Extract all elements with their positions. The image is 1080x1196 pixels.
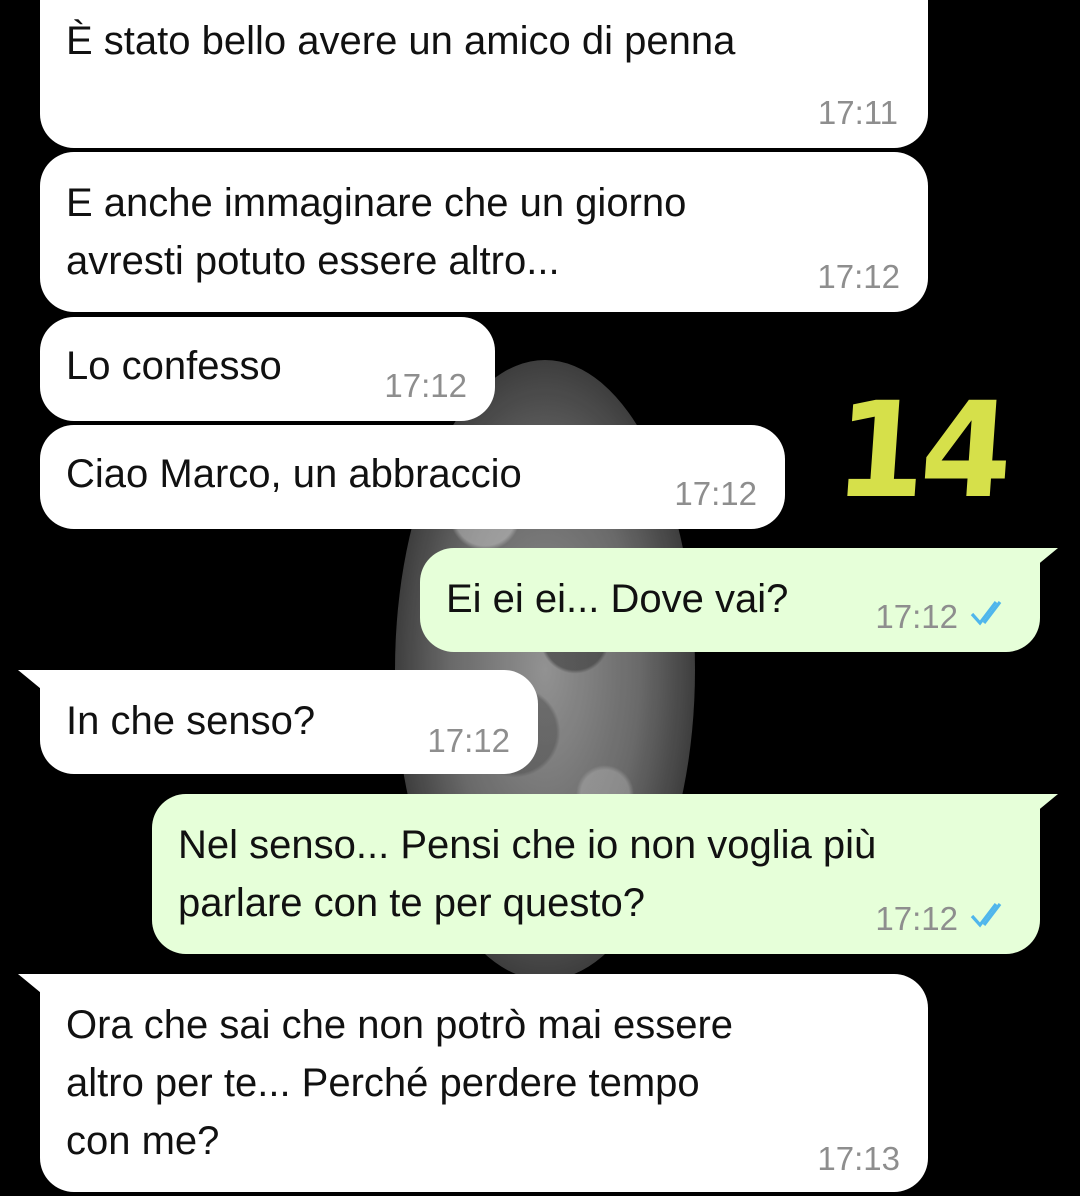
message-time: 17:12 <box>384 367 467 404</box>
message-outgoing[interactable]: Nel senso... Pensi che io non voglia più… <box>152 794 1040 954</box>
double-check-icon <box>970 601 1002 626</box>
double-check-icon <box>970 903 1002 928</box>
message-incoming[interactable]: Ora che sai che non potrò mai essere alt… <box>40 974 928 1192</box>
message-time: 17:12 <box>817 258 900 295</box>
message-text: Ei ei ei... Dove vai? <box>446 577 789 621</box>
message-incoming[interactable]: In che senso? 17:12 <box>40 670 538 774</box>
message-text: In che senso? <box>66 699 316 743</box>
message-time: 17:12 <box>674 475 757 512</box>
message-text: Nel senso... Pensi che io non voglia più… <box>178 823 877 925</box>
message-time: 17:11 <box>817 94 898 131</box>
message-incoming[interactable]: È stato bello avere un amico di penna 17… <box>40 0 928 148</box>
overlay-number-sticker: 14 <box>829 374 1013 528</box>
message-time: 17:13 <box>817 1140 900 1177</box>
message-text: Ora che sai che non potrò mai essere alt… <box>66 1003 734 1163</box>
message-text: Lo confesso <box>66 344 282 388</box>
message-text: E anche immaginare che un giorno avresti… <box>66 181 687 283</box>
message-text: Ciao Marco, un abbraccio <box>66 452 522 496</box>
message-time: 17:12 <box>427 722 510 759</box>
message-incoming[interactable]: E anche immaginare che un giorno avresti… <box>40 152 928 312</box>
message-time: 17:12 <box>875 598 958 635</box>
message-text: È stato bello avere un amico di penna <box>66 19 736 63</box>
message-incoming[interactable]: Lo confesso 17:12 <box>40 317 495 421</box>
message-time: 17:12 <box>875 900 958 937</box>
message-outgoing[interactable]: Ei ei ei... Dove vai? 17:12 <box>420 548 1040 652</box>
message-incoming[interactable]: Ciao Marco, un abbraccio 17:12 <box>40 425 785 529</box>
